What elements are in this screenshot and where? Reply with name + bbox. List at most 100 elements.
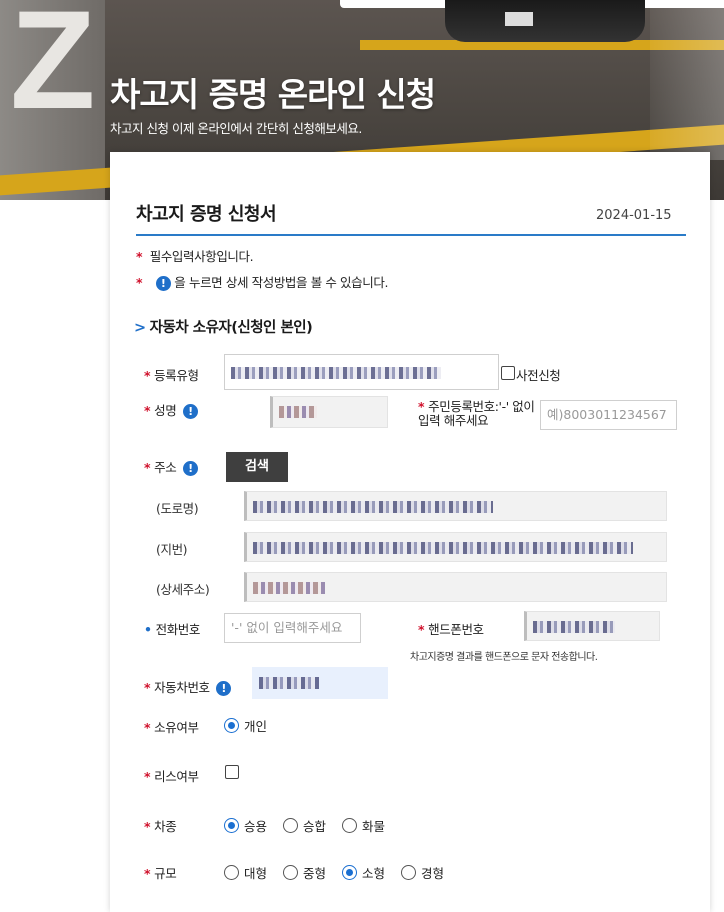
phone-placeholder: '-' 없이 입력해주세요: [231, 620, 343, 635]
mobile-sms-note: 차고지증명 결과를 핸드폰으로 문자 전송합니다.: [410, 652, 598, 663]
radio-label: 화물: [362, 819, 386, 834]
chevron-right-icon: >: [134, 320, 146, 336]
car-type-label-text: 차종: [154, 819, 177, 834]
car-type-label: * 차종: [144, 816, 177, 835]
size-option-large[interactable]: 대형: [224, 863, 267, 882]
redacted-value: [253, 581, 325, 594]
mobile-label-text: 핸드폰번호: [428, 622, 484, 637]
info-icon[interactable]: !: [182, 461, 198, 476]
size-radio-group: 대형 중형 소형 경형: [224, 863, 460, 882]
phone-input[interactable]: '-' 없이 입력해주세요: [224, 613, 361, 643]
road-address-input[interactable]: [244, 491, 667, 521]
redacted-value: [231, 366, 441, 379]
radio-label: 개인: [244, 719, 268, 734]
radio-unselected[interactable]: [401, 865, 417, 880]
size-label-text: 규모: [154, 866, 177, 881]
detail-address-label: (상세주소): [156, 582, 210, 597]
radio-unselected[interactable]: [283, 865, 299, 880]
section-title: > 자동차 소유자(신청인 본인): [134, 316, 313, 337]
phone-label: • 전화번호: [144, 619, 200, 638]
required-note: * 필수입력사항입니다.: [136, 246, 254, 265]
application-form-card: 차고지 증명 신청서 2024-01-15 * 필수입력사항입니다. * ! 을…: [110, 152, 710, 912]
hero-car-plate: [505, 12, 533, 26]
required-mark: *: [418, 399, 425, 414]
car-type-radio-group: 승용 승합 화물: [224, 816, 401, 835]
radio-selected[interactable]: [224, 818, 239, 833]
name-input[interactable]: [270, 396, 388, 428]
required-mark: *: [136, 275, 143, 290]
form-title: 차고지 증명 신청서: [136, 204, 277, 225]
mobile-input[interactable]: [524, 611, 660, 641]
name-label-text: 성명: [154, 403, 177, 418]
info-note: * ! 을 누르면 상세 작성방법을 볼 수 있습니다.: [136, 272, 388, 291]
pre-apply-label: 사전신청: [516, 368, 561, 383]
mobile-label: * 핸드폰번호: [418, 619, 484, 638]
car-number-label: * 자동차번호 !: [144, 677, 232, 696]
resident-number-input[interactable]: 예)8003011234567: [540, 400, 677, 430]
required-mark: *: [144, 819, 151, 834]
info-note-text: 을 누르면 상세 작성방법을 볼 수 있습니다.: [174, 275, 389, 290]
address-search-button[interactable]: 검색: [226, 452, 288, 482]
lot-address-label: (지번): [156, 542, 188, 557]
info-icon[interactable]: !: [216, 681, 232, 696]
car-type-option-passenger[interactable]: 승용: [224, 816, 267, 835]
required-mark: *: [144, 720, 151, 735]
redacted-value: [279, 405, 317, 418]
car-type-option-truck[interactable]: 화물: [342, 816, 385, 835]
required-mark: *: [144, 866, 151, 881]
radio-unselected[interactable]: [342, 818, 358, 833]
registration-type-label-text: 등록유형: [154, 368, 199, 383]
required-mark: *: [136, 249, 143, 264]
size-option-compact[interactable]: 경형: [401, 863, 444, 882]
hero-subtitle: 차고지 신청 이제 온라인에서 간단히 신청해보세요.: [110, 121, 362, 136]
radio-unselected[interactable]: [224, 865, 239, 880]
car-number-input[interactable]: [252, 667, 388, 699]
resident-number-label-text: 주민등록번호:'-' 없이 입력 해주세요: [418, 399, 535, 428]
radio-label: 소형: [362, 866, 386, 881]
lease-label-text: 리스여부: [154, 769, 199, 784]
size-option-medium[interactable]: 중형: [283, 863, 326, 882]
hero-car: [445, 0, 645, 42]
lot-address-input[interactable]: [244, 532, 667, 562]
required-mark: *: [144, 403, 151, 418]
size-label: * 규모: [144, 863, 177, 882]
redacted-value: [533, 620, 615, 633]
road-address-label: (도로명): [156, 501, 199, 516]
address-label-text: 주소: [154, 460, 177, 475]
lease-label: * 리스여부: [144, 766, 199, 785]
section-title-text: 자동차 소유자(신청인 본인): [149, 320, 313, 336]
redacted-value: [253, 541, 633, 554]
radio-selected[interactable]: [224, 718, 239, 733]
radio-unselected[interactable]: [283, 818, 299, 833]
required-mark: *: [144, 680, 151, 695]
registration-type-select[interactable]: [224, 354, 499, 390]
required-mark: *: [418, 622, 425, 637]
phone-label-text: 전화번호: [155, 622, 201, 637]
ownership-radio-group: 개인: [224, 716, 283, 735]
radio-selected[interactable]: [342, 865, 358, 880]
info-icon[interactable]: !: [182, 404, 198, 419]
name-label: * 성명 !: [144, 400, 198, 419]
info-icon: !: [155, 276, 171, 291]
size-option-small[interactable]: 소형: [342, 863, 385, 882]
lease-checkbox[interactable]: [225, 765, 239, 779]
car-number-label-text: 자동차번호: [154, 680, 210, 695]
registration-type-label: * 등록유형: [144, 365, 199, 384]
optional-mark: •: [144, 622, 152, 637]
pre-apply-checkbox[interactable]: [501, 366, 515, 380]
ownership-option-individual[interactable]: 개인: [224, 716, 267, 735]
required-note-text: 필수입력사항입니다.: [149, 249, 254, 264]
car-type-option-van[interactable]: 승합: [283, 816, 326, 835]
radio-label: 중형: [303, 866, 327, 881]
address-label: * 주소 !: [144, 457, 198, 476]
form-date: 2024-01-15: [596, 208, 672, 223]
radio-label: 대형: [244, 866, 268, 881]
hero-light: [650, 0, 724, 160]
ownership-label: * 소유여부: [144, 717, 199, 736]
radio-label: 승합: [303, 819, 327, 834]
required-mark: *: [144, 460, 151, 475]
radio-label: 경형: [421, 866, 445, 881]
required-mark: *: [144, 368, 151, 383]
resident-number-placeholder: 예)8003011234567: [547, 407, 667, 422]
detail-address-input[interactable]: [244, 572, 667, 602]
